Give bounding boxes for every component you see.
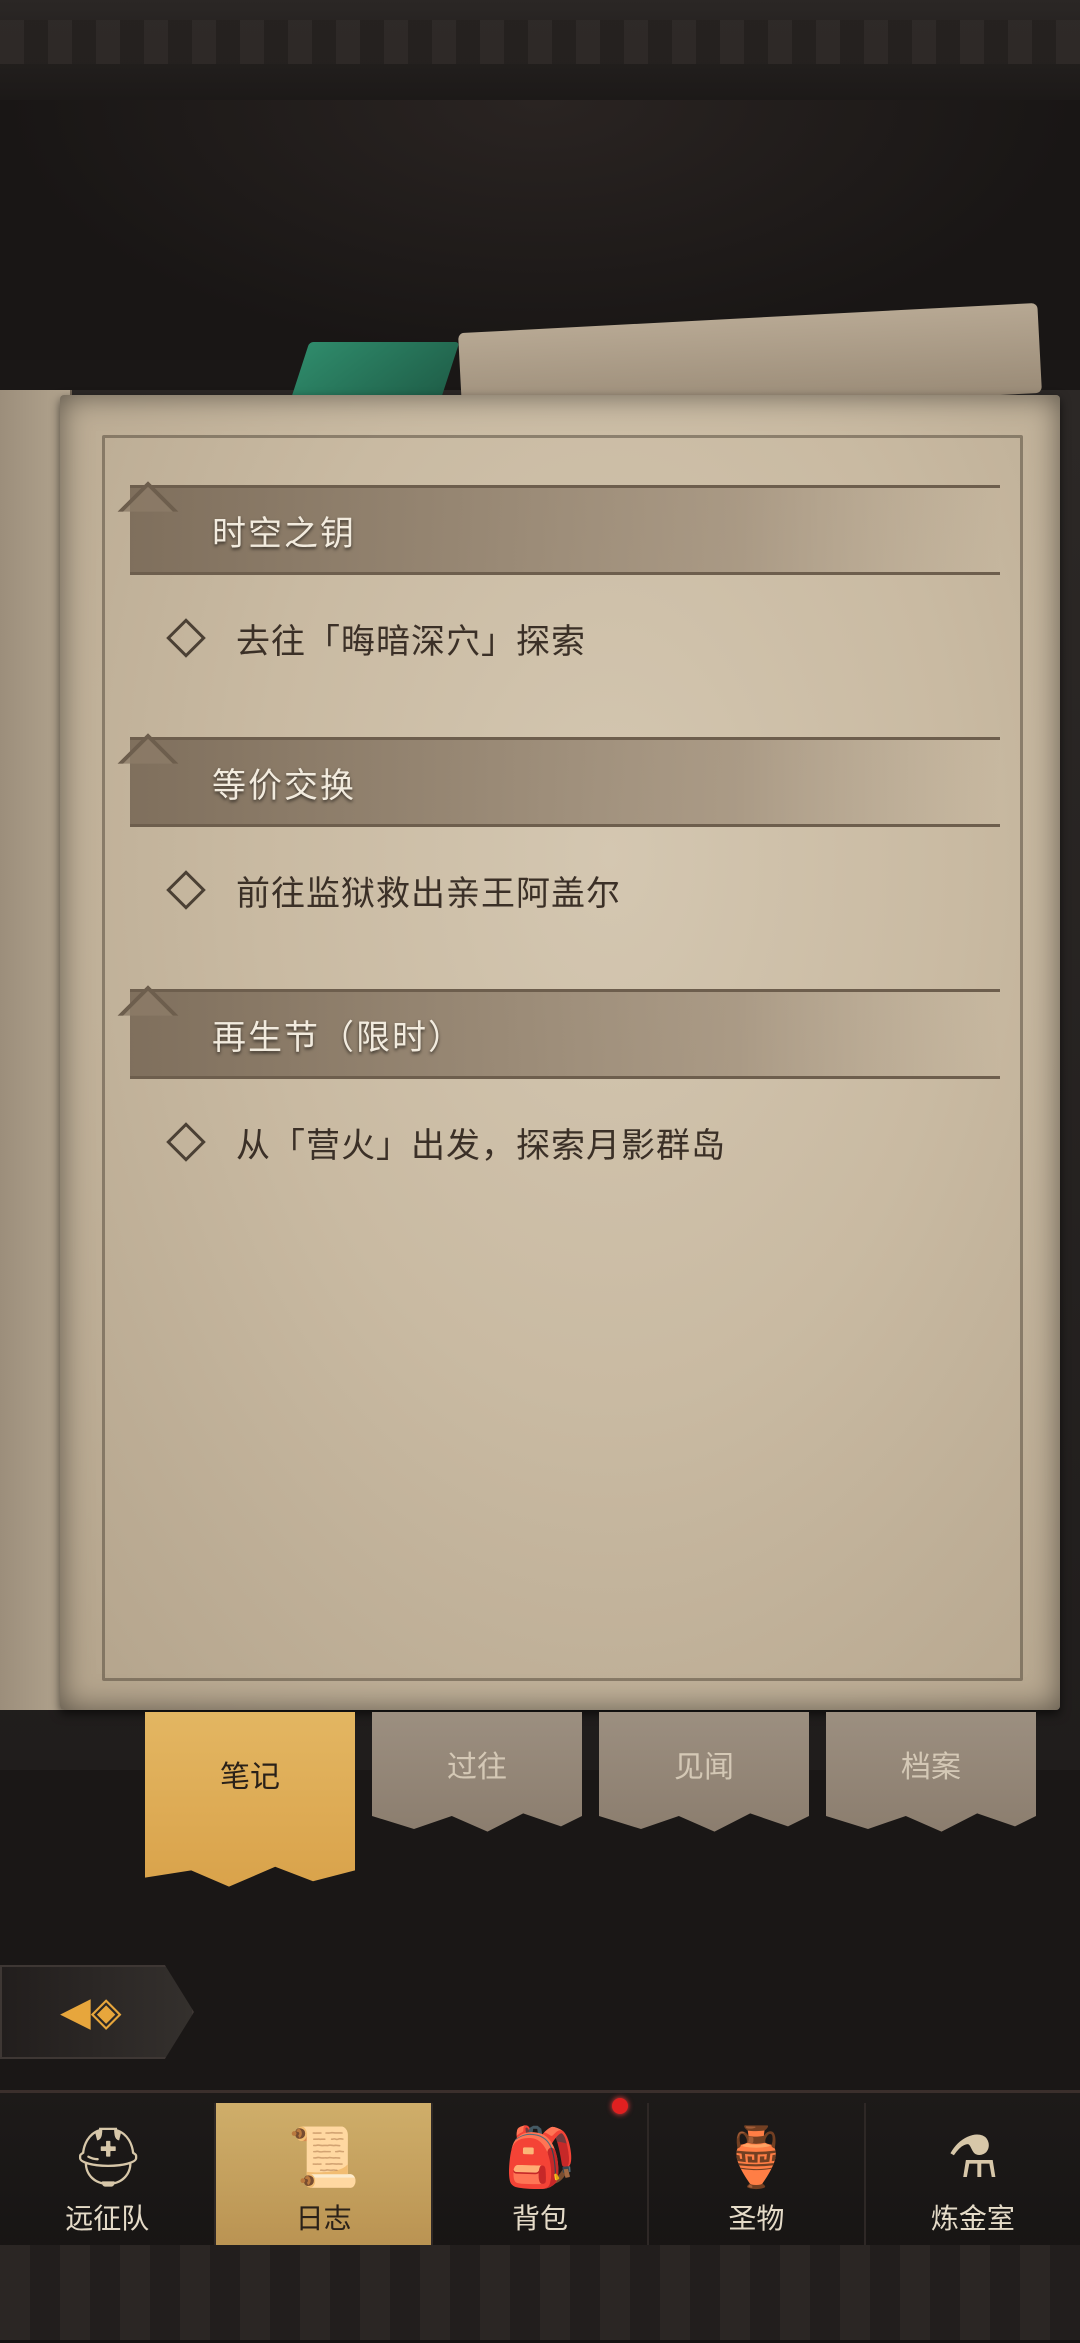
quest-task-text: 去往「晦暗深穴」探索 (236, 621, 586, 662)
quest-header: 等价交换 (130, 737, 1000, 827)
quest-task[interactable]: 去往「晦暗深穴」探索 (120, 603, 1000, 673)
bottom-ornament (0, 2245, 1080, 2340)
relic-icon: 🏺 (720, 2123, 793, 2191)
nav-label: 炼金室 (930, 2202, 1015, 2235)
backpack-icon: 🎒 (504, 2123, 577, 2191)
quest-group[interactable]: 时空之钥 去往「晦暗深穴」探索 (120, 485, 1000, 673)
journal-tabs: 笔记 过往 见闻 档案 (145, 1712, 1045, 1902)
diamond-bullet-icon (166, 618, 206, 658)
top-ornament (0, 0, 1080, 103)
quest-group[interactable]: 等价交换 前往监狱救出亲王阿盖尔 (120, 737, 1000, 925)
diamond-bullet-icon (166, 1122, 206, 1162)
nav-alchemy[interactable]: ⚗ 炼金室 (866, 2103, 1080, 2253)
bookmark-ribbon (290, 342, 460, 400)
tab-label: 档案 (901, 1750, 961, 1785)
nav-relics[interactable]: 🏺 圣物 (649, 2103, 866, 2253)
tab-label: 过往 (447, 1750, 507, 1785)
tab-notes[interactable]: 笔记 (145, 1712, 355, 1887)
alchemy-icon: ⚗ (946, 2123, 999, 2191)
tab-label: 见闻 (674, 1750, 734, 1785)
quest-header: 时空之钥 (130, 485, 1000, 575)
quest-task-text: 前往监狱救出亲王阿盖尔 (236, 873, 621, 914)
nav-row: ⛑ 远征队 📜 日志 🎒 背包 🏺 圣物 ⚗ 炼金室 (0, 2103, 1080, 2253)
nav-journal[interactable]: 📜 日志 (216, 2103, 433, 2253)
notification-dot (612, 2098, 628, 2114)
nav-label: 日志 (295, 2202, 352, 2235)
quest-title: 等价交换 (212, 766, 356, 806)
tab-past[interactable]: 过往 (372, 1712, 582, 1832)
quest-title: 时空之钥 (212, 514, 356, 554)
back-button[interactable]: ◀◈ (0, 1965, 194, 2059)
tab-archive[interactable]: 档案 (826, 1712, 1036, 1832)
quest-task-text: 从「营火」出发，探索月影群岛 (236, 1125, 726, 1166)
quest-task[interactable]: 前往监狱救出亲王阿盖尔 (120, 855, 1000, 925)
tab-label: 笔记 (220, 1760, 280, 1795)
journal-icon: 📜 (287, 2123, 360, 2191)
nav-label: 圣物 (728, 2202, 785, 2235)
quest-group[interactable]: 再生节（限时） 从「营火」出发，探索月影群岛 (120, 989, 1000, 1177)
quest-header: 再生节（限时） (130, 989, 1000, 1079)
tab-knowledge[interactable]: 见闻 (599, 1712, 809, 1832)
nav-backpack[interactable]: 🎒 背包 (433, 2103, 650, 2253)
quest-title: 再生节（限时） (212, 1018, 464, 1058)
journal-page: 时空之钥 去往「晦暗深穴」探索 等价交换 前往监狱救出亲王阿盖尔 再生节（限时）… (60, 395, 1060, 1710)
nav-label: 远征队 (65, 2202, 150, 2235)
viking-helmet-icon: ⛑ (71, 2123, 145, 2191)
quest-task[interactable]: 从「营火」出发，探索月影群岛 (120, 1107, 1000, 1177)
diamond-bullet-icon (166, 870, 206, 910)
nav-label: 背包 (512, 2202, 569, 2235)
back-arrow-icon: ◀◈ (60, 1989, 122, 2035)
nav-expedition[interactable]: ⛑ 远征队 (0, 2103, 217, 2253)
